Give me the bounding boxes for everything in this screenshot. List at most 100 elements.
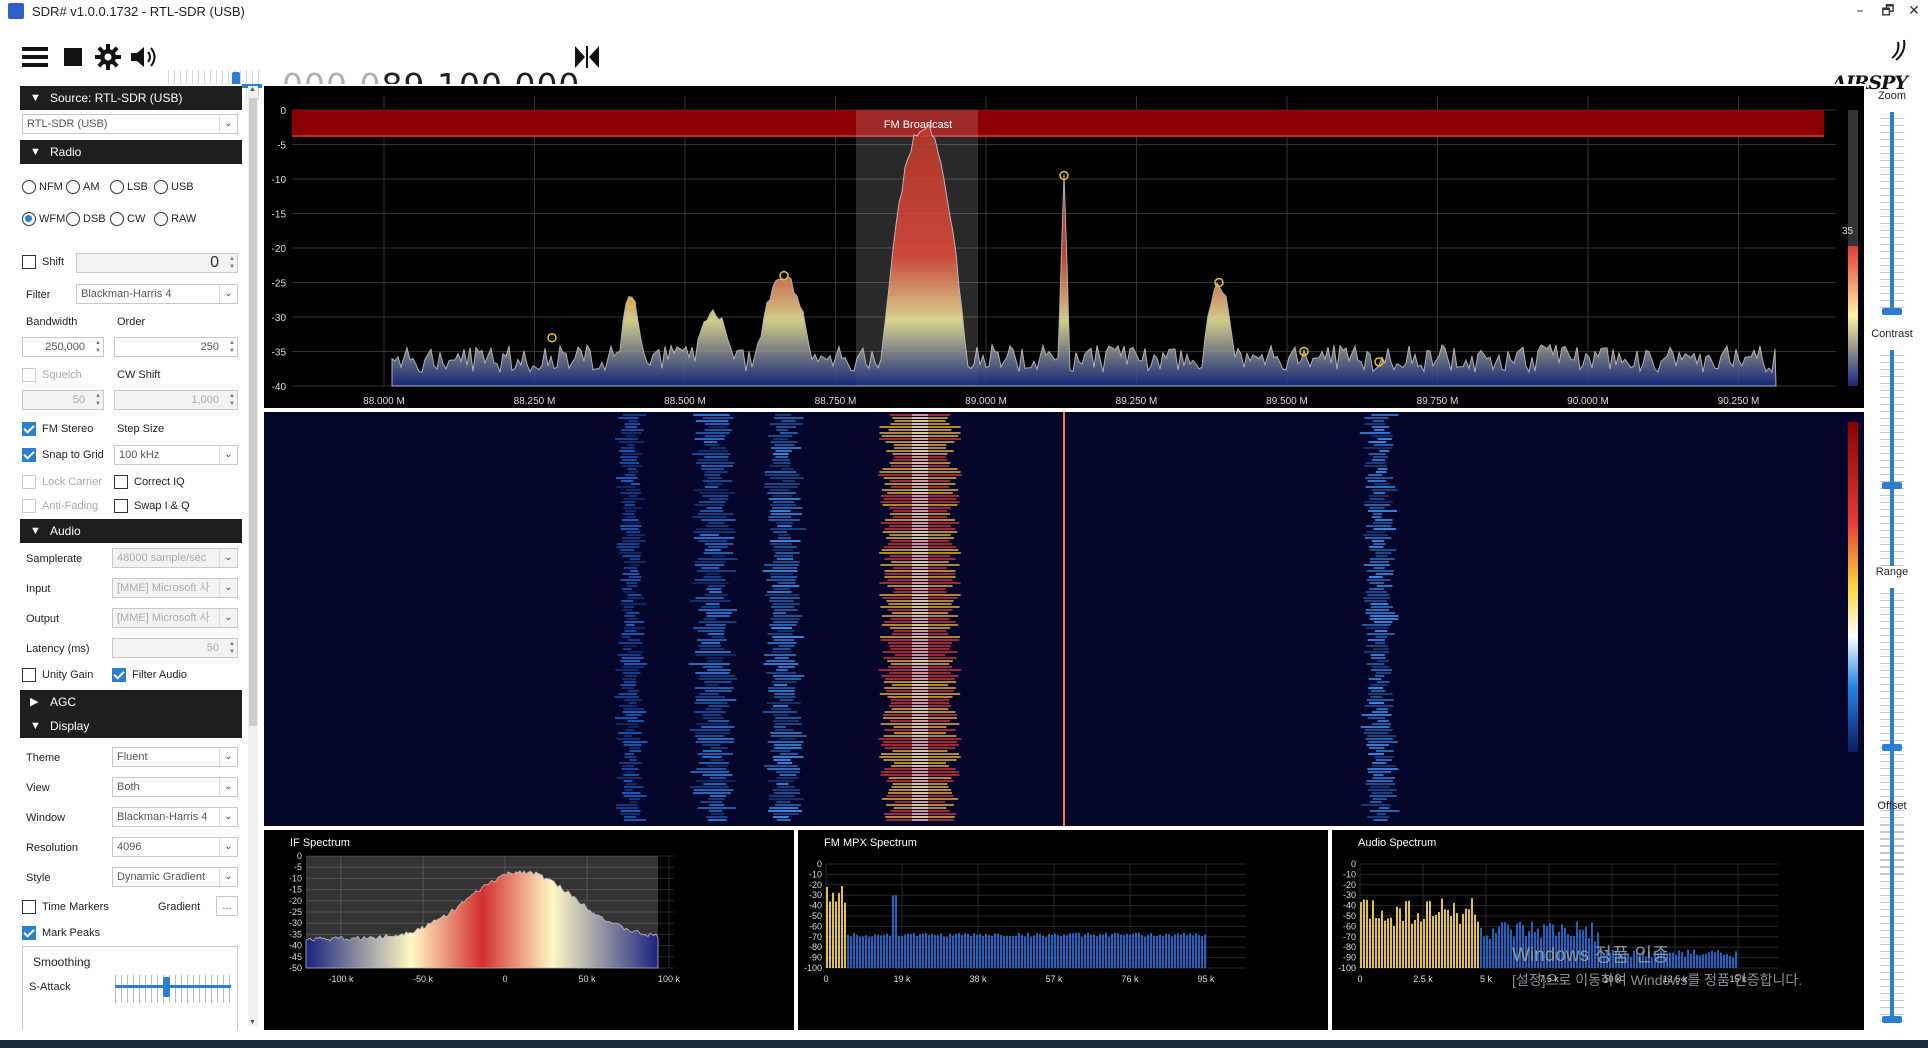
mpx-bar — [967, 933, 969, 968]
waterfall-panel[interactable] — [262, 410, 1866, 828]
mode-radio-cw[interactable] — [110, 212, 124, 226]
if-spectrum-panel[interactable]: IF Spectrum 0 -5 -10 -15 -20 -25 -30 -35 -40 -45 -5… — [262, 828, 796, 1032]
waterfall-stripe — [703, 552, 734, 554]
zoom-slider-thumb[interactable] — [1882, 308, 1902, 315]
resolution-select[interactable]: 4096 ⌄ — [112, 837, 238, 857]
contrast-slider-thumb[interactable] — [1882, 482, 1902, 489]
gear-icon[interactable] — [93, 42, 123, 72]
waterfall-stripe — [1363, 564, 1390, 566]
range-slider-thumb[interactable] — [1882, 744, 1902, 751]
waterfall-stripe — [767, 741, 804, 743]
audio-section-header[interactable]: ▼ Audio — [20, 519, 242, 543]
waterfall-stripe — [620, 492, 642, 494]
mode-radio-am[interactable] — [66, 180, 80, 194]
waterfall-stripe — [695, 741, 735, 743]
audio-bar — [1390, 917, 1392, 968]
source-section-header[interactable]: ▼ Source: RTL-SDR (USB) — [20, 86, 242, 110]
sattack-slider[interactable] — [115, 985, 231, 988]
shift-input[interactable]: 0 ▲ ▼ — [76, 253, 238, 273]
radio-section-header[interactable]: ▼ Radio — [20, 140, 242, 164]
step-size-select[interactable]: 100 kHz ⌄ — [114, 445, 238, 465]
swap-iq-checkbox[interactable] — [114, 499, 128, 513]
unity-gain-checkbox[interactable] — [22, 668, 36, 682]
audio-bar — [1684, 956, 1686, 968]
spectrum-plot[interactable]: 0 -5 -10 -15 -20 -25 -30 -35 -40 88.000 M 88.250 M… — [264, 86, 1864, 408]
waterfall-stripe — [763, 663, 799, 665]
view-select[interactable]: Both ⌄ — [112, 777, 238, 797]
x-tick: 95 k — [1197, 974, 1215, 984]
waterfall-stripe — [1371, 711, 1389, 713]
spectrum-panel[interactable]: 0 -5 -10 -15 -20 -25 -30 -35 -40 88.000 M 88.250 M… — [262, 84, 1866, 410]
zoom-slider[interactable] — [1890, 112, 1894, 308]
waterfall-stripe — [1371, 792, 1393, 794]
shift-checkbox[interactable] — [22, 255, 36, 269]
stop-icon[interactable] — [58, 42, 88, 72]
bandwidth-input[interactable]: 250,000 ▲ ▼ — [22, 337, 104, 357]
contrast-slider[interactable] — [1890, 350, 1894, 566]
speaker-icon[interactable] — [130, 42, 160, 72]
mode-radio-nfm[interactable] — [22, 180, 36, 194]
mode-label-dsb: DSB — [83, 213, 106, 225]
waterfall-stripe — [621, 657, 644, 659]
audio-input-select[interactable]: [MME] Microsoft 사 ⌄ — [112, 578, 238, 598]
offset-slider-thumb[interactable] — [1882, 1016, 1902, 1023]
mpx-bar — [1102, 934, 1104, 968]
filter-select[interactable]: Blackman-Harris 4 ⌄ — [76, 284, 238, 304]
mode-radio-lsb[interactable] — [110, 180, 124, 194]
audio-output-select[interactable]: [MME] Microsoft 사 ⌄ — [112, 608, 238, 628]
lock-carrier-checkbox[interactable] — [22, 475, 36, 489]
style-select[interactable]: Dynamic Gradient ⌄ — [112, 867, 238, 887]
sattack-slider-thumb[interactable] — [163, 977, 170, 997]
waterfall-pilot-line — [1063, 412, 1065, 826]
mpx-spectrum-plot[interactable]: FM MPX Spectrum0-10-20-30-40-50-60-70-80… — [798, 830, 1328, 1030]
waterfall-plot[interactable] — [264, 412, 1864, 826]
audio-spectrum-panel[interactable]: Audio Spectrum 0 -10 -20 -30 -40 -50 -60 -70 -80-… — [1330, 828, 1866, 1032]
squelch-checkbox[interactable] — [22, 368, 36, 382]
waterfall-stripe — [1363, 447, 1393, 449]
close-button[interactable]: ✕ — [1896, 0, 1928, 22]
audio-bar — [1396, 906, 1398, 968]
squelch-input[interactable]: 50 ▲ ▼ — [22, 390, 104, 410]
waterfall-stripe — [620, 810, 641, 812]
waterfall-stripe — [621, 519, 639, 521]
waterfall-stripe — [769, 465, 790, 467]
waterfall-stripe — [619, 762, 643, 764]
scrollbar-thumb[interactable] — [249, 98, 257, 726]
audio-spectrum-plot[interactable]: Audio Spectrum0-10-20-30-40-50-60-70-80-… — [1332, 830, 1864, 1030]
agc-section-header[interactable]: ▶ AGC — [20, 690, 242, 714]
waterfall-stripe — [1371, 489, 1398, 491]
mark-peaks-checkbox[interactable] — [22, 926, 36, 940]
waterfall-stripe — [624, 699, 643, 701]
correct-iq-checkbox[interactable] — [114, 475, 128, 489]
if-spectrum-plot[interactable]: IF Spectrum0-5-10-15-20-25-30-35-40-45-5… — [264, 830, 794, 1030]
mode-radio-wfm[interactable] — [22, 212, 36, 226]
source-device-select[interactable]: RTL-SDR (USB) ⌄ — [22, 114, 238, 134]
waterfall-stripe — [624, 789, 633, 791]
fm-stereo-checkbox[interactable] — [22, 422, 36, 436]
gradient-button[interactable]: ... — [216, 896, 238, 916]
theme-select[interactable]: Fluent ⌄ — [112, 747, 238, 767]
mpx-spectrum-panel[interactable]: FM MPX Spectrum 0 -10 -20 -30 -40 -50 -60 -70 -80… — [796, 828, 1330, 1032]
time-markers-checkbox[interactable] — [22, 900, 36, 914]
snap-to-grid-checkbox[interactable] — [22, 448, 36, 462]
mode-radio-raw[interactable] — [154, 212, 168, 226]
mode-radio-usb[interactable] — [154, 180, 168, 194]
waterfall-stripe — [1361, 804, 1391, 806]
hamburger-icon[interactable] — [20, 42, 50, 72]
anti-fading-checkbox[interactable] — [22, 499, 36, 513]
offset-slider[interactable] — [1890, 822, 1894, 1022]
mpx-bar — [1048, 933, 1050, 968]
samplerate-select[interactable]: 48000 sample/sec ⌄ — [112, 548, 238, 568]
waterfall-stripe — [703, 783, 727, 785]
left-panel-scrollbar[interactable]: ▲ ▼ — [248, 86, 258, 1026]
window-select[interactable]: Blackman-Harris 4 ⌄ — [112, 807, 238, 827]
filter-audio-checkbox[interactable] — [112, 668, 126, 682]
display-section-header[interactable]: ▼ Display — [20, 714, 242, 738]
order-input[interactable]: 250 ▲ ▼ — [114, 337, 238, 357]
cwshift-input[interactable]: 1,000 ▲ ▼ — [114, 390, 238, 410]
mpx-bar — [991, 935, 993, 968]
waterfall-stripe — [769, 624, 797, 626]
latency-input[interactable]: 50 ▲ ▼ — [112, 638, 238, 658]
mode-radio-dsb[interactable] — [66, 212, 80, 226]
tune-center-icon[interactable] — [572, 42, 602, 72]
